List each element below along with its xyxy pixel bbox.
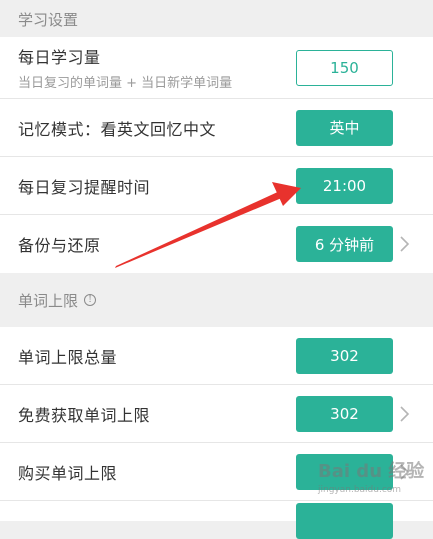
row-word-limit-total[interactable]: 单词上限总量 302 [0,327,433,385]
partial-button [296,503,393,539]
settings-page: 学习设置 每日学习量 当日复习的单词量 + 当日新学单词量 150 记忆模式：看… [0,0,433,539]
section-title: 单词上限 [18,291,79,310]
row-free-word-limit[interactable]: 免费获取单词上限 302 [0,385,433,443]
section-header-word-limit: 单词上限 ! [0,273,433,327]
row-partial-next [0,501,433,539]
reminder-time-button[interactable]: 21:00 [296,167,393,204]
daily-amount-button[interactable]: 150 [296,49,393,86]
memory-mode-button[interactable]: 英中 [296,109,393,146]
row-review-reminder-time[interactable]: 每日复习提醒时间 21:00 [0,157,433,215]
word-limit-total-button[interactable]: 302 [296,337,393,374]
backup-time-button[interactable]: 6 分钟前 [296,226,393,262]
free-word-limit-button[interactable]: 302 [296,395,393,432]
buy-word-limit-button[interactable] [296,453,393,490]
row-backup-restore[interactable]: 备份与还原 6 分钟前 [0,215,433,273]
row-daily-study-amount[interactable]: 每日学习量 当日复习的单词量 + 当日新学单词量 150 [0,37,433,99]
row-memory-mode[interactable]: 记忆模式：看英文回忆中文 英中 [0,99,433,157]
chevron-right-icon[interactable] [399,463,411,481]
section-header-learning-settings: 学习设置 [0,0,433,37]
row-buy-word-limit[interactable]: 购买单词上限 [0,443,433,501]
section-title: 学习设置 [18,11,79,29]
info-circle-icon[interactable]: ! [84,294,97,306]
chevron-right-icon[interactable] [399,235,411,253]
learning-settings-group: 每日学习量 当日复习的单词量 + 当日新学单词量 150 记忆模式：看英文回忆中… [0,37,433,273]
word-limit-group: 单词上限总量 302 免费获取单词上限 302 购买单词上限 [0,327,433,539]
chevron-right-icon[interactable] [399,405,411,423]
